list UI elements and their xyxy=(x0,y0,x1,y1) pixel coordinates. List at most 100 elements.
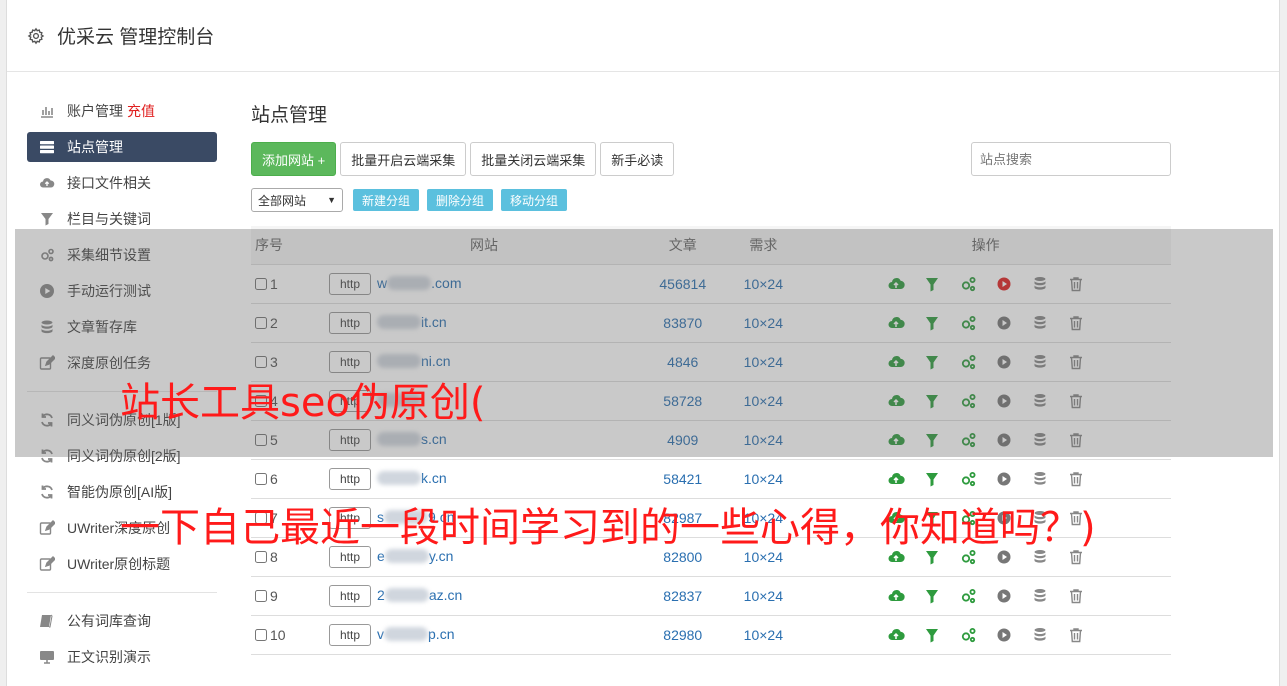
trash-icon[interactable] xyxy=(1067,509,1085,527)
database-icon[interactable] xyxy=(1031,275,1049,293)
demand-value[interactable]: 10×24 xyxy=(726,459,801,499)
demand-value[interactable]: 10×24 xyxy=(726,498,801,538)
gears-icon[interactable] xyxy=(959,509,977,527)
filter-icon[interactable] xyxy=(923,509,941,527)
filter-icon[interactable] xyxy=(923,353,941,371)
site-suffix[interactable]: p.cn xyxy=(428,626,454,642)
database-icon[interactable] xyxy=(1031,392,1049,410)
filter-icon[interactable] xyxy=(923,392,941,410)
database-icon[interactable] xyxy=(1031,470,1049,488)
cloud-upload-icon[interactable] xyxy=(887,587,905,605)
sidebar-item[interactable]: 采集细节设置 xyxy=(27,237,217,273)
filter-icon[interactable] xyxy=(923,314,941,332)
sidebar-item[interactable]: 智能伪原创[AI版] xyxy=(27,474,217,510)
gears-icon[interactable] xyxy=(959,431,977,449)
articles-count[interactable]: 58421 xyxy=(639,459,727,499)
cloud-upload-icon[interactable] xyxy=(887,626,905,644)
site-prefix[interactable]: s xyxy=(377,509,384,525)
sidebar-item[interactable]: 栏目与关键词 xyxy=(27,201,217,237)
play-circle-icon[interactable] xyxy=(995,470,1013,488)
site-prefix[interactable]: v xyxy=(377,626,384,642)
new-group-button[interactable]: 新建分组 xyxy=(353,189,420,211)
batch-close-button[interactable]: 批量关闭云端采集 xyxy=(470,142,597,176)
sidebar-item[interactable]: 文章暂存库 xyxy=(27,309,217,345)
trash-icon[interactable] xyxy=(1067,587,1085,605)
row-checkbox[interactable] xyxy=(255,433,267,446)
cloud-upload-icon[interactable] xyxy=(887,548,905,566)
sidebar-item[interactable]: UWriter原创标题 xyxy=(27,546,217,582)
play-circle-icon[interactable] xyxy=(995,431,1013,449)
articles-count[interactable]: 4909 xyxy=(639,420,727,460)
trash-icon[interactable] xyxy=(1067,392,1085,410)
cloud-upload-icon[interactable] xyxy=(887,314,905,332)
sidebar-item[interactable]: 同义词伪原创[2版] xyxy=(27,438,217,474)
site-suffix[interactable]: y.cn xyxy=(429,548,454,564)
filter-icon[interactable] xyxy=(923,548,941,566)
play-circle-icon[interactable] xyxy=(995,353,1013,371)
play-circle-icon[interactable] xyxy=(995,626,1013,644)
filter-icon[interactable] xyxy=(923,275,941,293)
database-icon[interactable] xyxy=(1031,587,1049,605)
trash-icon[interactable] xyxy=(1067,626,1085,644)
articles-count[interactable]: 4846 xyxy=(639,342,727,382)
trash-icon[interactable] xyxy=(1067,275,1085,293)
demand-value[interactable]: 10×24 xyxy=(726,615,801,655)
batch-open-button[interactable]: 批量开启云端采集 xyxy=(340,142,467,176)
row-checkbox[interactable] xyxy=(255,355,267,368)
add-site-button[interactable]: 添加网站 + xyxy=(251,142,337,176)
cloud-upload-icon[interactable] xyxy=(887,470,905,488)
cloud-upload-icon[interactable] xyxy=(887,431,905,449)
play-circle-icon[interactable] xyxy=(995,314,1013,332)
sidebar-item[interactable]: 正文识别演示 xyxy=(27,639,217,675)
database-icon[interactable] xyxy=(1031,353,1049,371)
gears-icon[interactable] xyxy=(959,626,977,644)
site-suffix[interactable]: .com xyxy=(431,275,461,291)
sidebar-item[interactable]: 同义词伪原创[1版] xyxy=(27,402,217,438)
database-icon[interactable] xyxy=(1031,509,1049,527)
sidebar-item[interactable]: UWriter深度原创 xyxy=(27,510,217,546)
row-checkbox[interactable] xyxy=(255,277,267,290)
row-checkbox[interactable] xyxy=(255,511,267,524)
site-suffix[interactable]: k.cn xyxy=(421,470,447,486)
cloud-upload-icon[interactable] xyxy=(887,275,905,293)
articles-count[interactable]: 82980 xyxy=(639,615,727,655)
move-group-button[interactable]: 移动分组 xyxy=(501,189,568,211)
filter-icon[interactable] xyxy=(923,587,941,605)
filter-icon[interactable] xyxy=(923,470,941,488)
database-icon[interactable] xyxy=(1031,314,1049,332)
guide-button[interactable]: 新手必读 xyxy=(600,142,675,176)
trash-icon[interactable] xyxy=(1067,431,1085,449)
group-select[interactable]: 全部网站 ▼ xyxy=(251,188,343,212)
gears-icon[interactable] xyxy=(959,353,977,371)
gears-icon[interactable] xyxy=(959,314,977,332)
demand-value[interactable]: 10×24 xyxy=(726,303,801,343)
trash-icon[interactable] xyxy=(1067,314,1085,332)
gears-icon[interactable] xyxy=(959,470,977,488)
articles-count[interactable]: 82987 xyxy=(639,498,727,538)
sidebar-item[interactable]: 接口文件相关 xyxy=(27,165,217,201)
trash-icon[interactable] xyxy=(1067,353,1085,371)
play-circle-icon[interactable] xyxy=(995,275,1013,293)
row-checkbox[interactable] xyxy=(255,394,267,407)
cloud-upload-icon[interactable] xyxy=(887,353,905,371)
sidebar-item[interactable]: 账户管理 充值 xyxy=(27,93,217,129)
row-checkbox[interactable] xyxy=(255,589,267,602)
gears-icon[interactable] xyxy=(959,275,977,293)
site-prefix[interactable]: w xyxy=(377,275,387,291)
play-circle-icon[interactable] xyxy=(995,509,1013,527)
demand-value[interactable]: 10×24 xyxy=(726,342,801,382)
articles-count[interactable]: 456814 xyxy=(639,264,727,304)
site-suffix[interactable]: s.cn xyxy=(421,431,447,447)
site-suffix[interactable]: ni.cn xyxy=(421,353,451,369)
demand-value[interactable]: 10×24 xyxy=(726,576,801,616)
demand-value[interactable]: 10×24 xyxy=(726,264,801,304)
gears-icon[interactable] xyxy=(959,392,977,410)
sidebar-item[interactable]: 站点管理 xyxy=(27,132,217,162)
cloud-upload-icon[interactable] xyxy=(887,509,905,527)
play-circle-icon[interactable] xyxy=(995,548,1013,566)
row-checkbox[interactable] xyxy=(255,550,267,563)
site-suffix[interactable]: 9.cn xyxy=(428,509,454,525)
play-circle-icon[interactable] xyxy=(995,392,1013,410)
gear-icon[interactable] xyxy=(27,27,45,45)
sidebar-item[interactable]: 公有词库查询 xyxy=(27,603,217,639)
